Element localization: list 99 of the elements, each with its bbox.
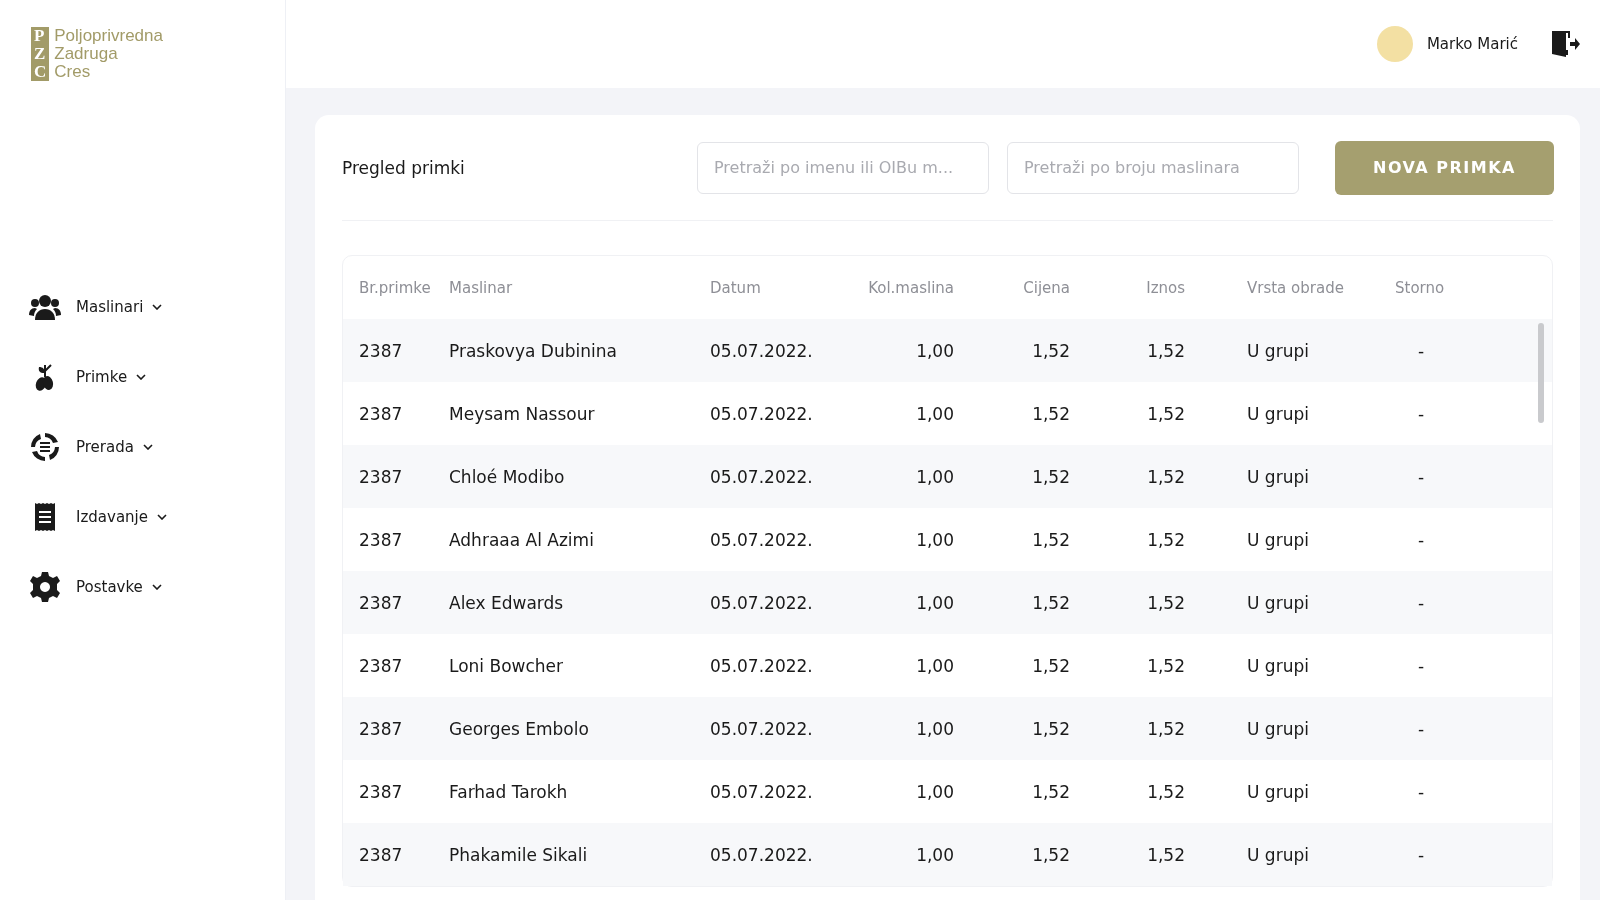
table-cell-text: 1,52 xyxy=(1146,655,1185,676)
page-title: Pregled primki xyxy=(342,157,466,178)
table-cell-text: 1,00 xyxy=(915,592,954,613)
table-cell-text: 1,52 xyxy=(1146,340,1185,361)
table-cell-text: U grupi xyxy=(1246,781,1310,802)
recycle-list-icon xyxy=(29,431,61,463)
table-cell-text: - xyxy=(1416,529,1426,550)
search-field[interactable]: Pretraži po imenu ili OIBu m... xyxy=(697,141,989,194)
table-cell-text: - xyxy=(1416,340,1426,361)
table-cell-text: 2387 xyxy=(359,403,404,424)
column-header: Iznos xyxy=(1145,278,1185,297)
column-header: Maslinar xyxy=(449,278,514,297)
table-cell-text: 1,00 xyxy=(915,655,954,676)
table-cell-text: - xyxy=(1416,592,1426,613)
table-cell-text: 1,00 xyxy=(915,340,954,361)
table-cell-text: U grupi xyxy=(1246,844,1310,865)
table-cell-text: 1,00 xyxy=(915,781,954,802)
table-cell-text: U grupi xyxy=(1246,655,1310,676)
table-cell-text: 2387 xyxy=(359,844,404,865)
sidebar-item[interactable]: Maslinari xyxy=(29,291,285,323)
table-cell-text: - xyxy=(1416,466,1426,487)
table-cell-text: 1,52 xyxy=(1031,781,1070,802)
table-cell-text: 05.07.2022. xyxy=(710,718,814,739)
sidebar-item[interactable]: Postavke xyxy=(29,571,285,603)
table-cell-text: 1,00 xyxy=(915,844,954,865)
column-header: Br.primke xyxy=(359,278,432,297)
table-cell-text: 1,52 xyxy=(1031,340,1070,361)
table-cell-text: 1,52 xyxy=(1146,529,1185,550)
sidebar-item[interactable]: Primke xyxy=(29,361,285,393)
table-cell-text: 1,52 xyxy=(1146,718,1185,739)
table-cell-text: 2387 xyxy=(359,340,404,361)
column-header: Storno xyxy=(1395,278,1446,297)
table-cell-text: - xyxy=(1416,781,1426,802)
table-cell-text: 1,00 xyxy=(915,529,954,550)
column-header: Datum xyxy=(710,278,762,297)
logo-text: Poljoprivredna xyxy=(54,27,163,45)
table-cell-text: Adhraaa Al Azimi xyxy=(449,529,595,550)
table-cell-text: U grupi xyxy=(1246,718,1310,739)
table-cell-text: 1,52 xyxy=(1031,529,1070,550)
table-cell-text: 2387 xyxy=(359,529,404,550)
table-cell-text: - xyxy=(1416,655,1426,676)
logo-text: Cres xyxy=(54,63,92,81)
table-cell-text: U grupi xyxy=(1246,592,1310,613)
table-cell-text: 1,52 xyxy=(1031,718,1070,739)
logo-mark: Z xyxy=(34,45,47,63)
search-field[interactable]: Pretraži po broju maslinara xyxy=(1007,141,1299,194)
table-cell-text: 1,52 xyxy=(1031,592,1070,613)
table-cell-text: 1,00 xyxy=(915,718,954,739)
table-cell-text: 2387 xyxy=(359,655,404,676)
table-cell-text: Alex Edwards xyxy=(449,592,565,613)
column-header: Vrsta obrade xyxy=(1246,278,1345,297)
logo-mark: C xyxy=(34,63,47,81)
logo-text: Zadruga xyxy=(54,45,119,63)
table-cell-text: Georges Embolo xyxy=(449,718,590,739)
table-cell-text: 2387 xyxy=(359,781,404,802)
table-cell-text: 1,52 xyxy=(1146,844,1185,865)
table-cell-text: 1,52 xyxy=(1031,403,1070,424)
table-cell-text: 05.07.2022. xyxy=(710,844,814,865)
table-cell-text: - xyxy=(1416,403,1426,424)
table-cell-text: 05.07.2022. xyxy=(710,529,814,550)
table-cell-text: Loni Bowcher xyxy=(449,655,564,676)
table-cell-text: U grupi xyxy=(1246,403,1310,424)
table-cell-text: U grupi xyxy=(1246,529,1310,550)
sidebar-item[interactable]: Izdavanje xyxy=(29,501,285,533)
table-cell-text: 1,00 xyxy=(915,403,954,424)
table-cell-text: 1,52 xyxy=(1146,781,1185,802)
column-header: Kol.maslina xyxy=(867,278,954,297)
table-cell-text: 1,00 xyxy=(915,466,954,487)
logo-mark: P xyxy=(34,27,46,45)
table-cell-text: 1,52 xyxy=(1146,403,1185,424)
table-cell-text: 1,52 xyxy=(1031,466,1070,487)
sidebar-item[interactable]: Prerada xyxy=(29,431,285,463)
scrollbar-thumb[interactable] xyxy=(1538,323,1544,423)
table-cell-text: - xyxy=(1416,844,1426,865)
table-cell-text: Praskovya Dubinina xyxy=(449,340,618,361)
table-cell-text: 05.07.2022. xyxy=(710,340,814,361)
table-cell-text: 2387 xyxy=(359,592,404,613)
column-header: Cijena xyxy=(1022,278,1070,297)
table-cell-text: 2387 xyxy=(359,466,404,487)
table-cell-text: Phakamile Sikali xyxy=(449,844,589,865)
table-cell-text: 1,52 xyxy=(1146,592,1185,613)
user-name: Marko Marić xyxy=(1426,35,1518,53)
table-cell-text: Chloé Modibo xyxy=(449,466,566,487)
table-cell-text: 2387 xyxy=(359,718,404,739)
table-cell-text: 05.07.2022. xyxy=(710,592,814,613)
table-cell-text: 1,52 xyxy=(1146,466,1185,487)
table-cell-text: 05.07.2022. xyxy=(710,403,814,424)
table-cell-text: U grupi xyxy=(1246,340,1310,361)
table-cell-text: U grupi xyxy=(1246,466,1310,487)
table-cell-text: Meysam Nassour xyxy=(449,403,596,424)
avatar xyxy=(1376,26,1413,62)
table-cell-text: Farhad Tarokh xyxy=(449,781,569,802)
table-cell-text: - xyxy=(1416,718,1426,739)
table-cell-text: 05.07.2022. xyxy=(710,466,814,487)
settings-icon xyxy=(29,571,61,603)
table-cell-text: 1,52 xyxy=(1031,655,1070,676)
table-cell-text: 05.07.2022. xyxy=(710,655,814,676)
table-cell-text: 1,52 xyxy=(1031,844,1070,865)
table-cell-text: 05.07.2022. xyxy=(710,781,814,802)
